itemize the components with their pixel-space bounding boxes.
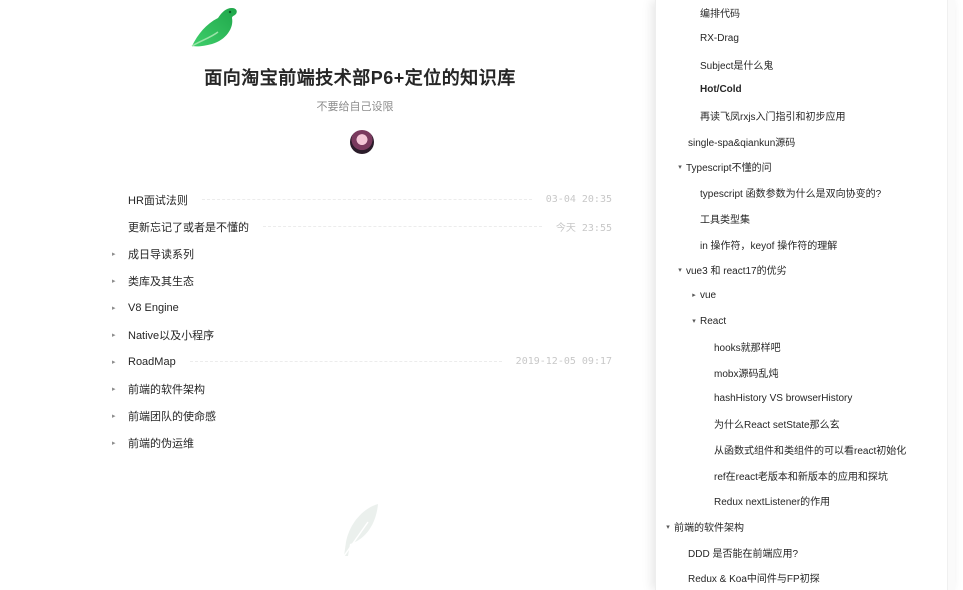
toc-item[interactable]: 更新忘记了或者是不懂的 今天 23:55 (112, 213, 612, 240)
catalog-item[interactable]: hooks就那样吧 (656, 334, 955, 360)
catalog-item-label: hashHistory VS browserHistory (714, 392, 853, 404)
catalog-item[interactable]: RX-Drag (656, 26, 955, 52)
catalog-item[interactable]: 编排代码 (656, 0, 955, 26)
catalog-item[interactable]: Hot/Cold (656, 77, 955, 103)
catalog-item[interactable]: 工具类型集 (656, 206, 955, 232)
expand-arrow-icon[interactable]: ▸ (112, 439, 128, 447)
toc-item-date: 2019-12-05 09:17 (515, 356, 612, 367)
catalog-item-label: 编排代码 (700, 9, 740, 21)
leader-dots (263, 226, 542, 227)
caret-down-icon[interactable]: ▾ (662, 523, 674, 531)
catalog-panel: 编排代码 RX-Drag Subject是什么鬼 Hot/Cold 再读飞凤rxjs入门… (655, 0, 955, 590)
catalog-item-label: 前端的软件架构 (674, 523, 744, 535)
catalog-item[interactable]: hashHistory VS browserHistory (656, 385, 955, 411)
toc-item-label: 成日导读系列 (128, 248, 194, 261)
expand-arrow-icon[interactable]: ▸ (112, 277, 128, 285)
catalog-item[interactable]: in 操作符，keyof 操作符的理解 (656, 231, 955, 257)
green-bird-logo-icon (191, 8, 237, 47)
page-subtitle: 不要给自己设限 (316, 101, 394, 113)
catalog-item-label: 为什么React setState那么玄 (714, 420, 840, 432)
feather-watermark-icon (343, 504, 378, 557)
catalog-item[interactable]: Redux nextListener的作用 (656, 488, 955, 514)
catalog-item-label: vue (700, 289, 717, 301)
catalog-item-label: Subject是什么鬼 (700, 60, 774, 72)
expand-arrow-icon[interactable]: ▸ (112, 250, 128, 258)
catalog-item-label: 再读飞凤rxjs入门指引和初步应用 (700, 112, 846, 124)
caret-right-icon[interactable]: ▸ (688, 291, 700, 299)
leader-dots (189, 361, 502, 362)
catalog-item-label: Redux & Koa中间件与FP初探 (688, 574, 820, 586)
toc-item[interactable]: ▸ 前端的伪运维 (112, 429, 612, 456)
caret-down-icon[interactable]: ▾ (674, 163, 686, 171)
catalog-item[interactable]: ▾ React (656, 308, 955, 334)
toc-item-label: 前端团队的使命感 (128, 410, 216, 423)
catalog-item[interactable]: Subject是什么鬼 (656, 51, 955, 77)
toc-item-date: 今天 23:55 (555, 223, 612, 234)
catalog-item[interactable]: single-spa&qiankun源码 (656, 128, 955, 154)
toc-item-label: V8 Engine (128, 301, 179, 314)
toc-item-date: 03-04 20:35 (545, 194, 612, 205)
catalog-item[interactable]: 从函数式组件和类组件的可以看react初始化 (656, 437, 955, 463)
catalog-item[interactable]: ▾ 前端的软件架构 (656, 514, 955, 540)
catalog-item-label: 从函数式组件和类组件的可以看react初始化 (714, 446, 907, 458)
toc-item-label: 更新忘记了或者是不懂的 (128, 221, 249, 234)
catalog-item-label: hooks就那样吧 (714, 343, 781, 355)
catalog-item[interactable]: 为什么React setState那么玄 (656, 411, 955, 437)
catalog-item[interactable]: ref在react老版本和新版本的应用和探坑 (656, 462, 955, 488)
toc-item-label: Native以及小程序 (128, 329, 215, 342)
toc-item-label: 前端的伪运维 (128, 437, 194, 450)
expand-arrow-icon[interactable]: ▸ (112, 385, 128, 393)
expand-arrow-icon[interactable]: ▸ (112, 331, 128, 339)
toc-item[interactable]: ▸ 类库及其生态 (112, 267, 612, 294)
catalog-item-label: RX-Drag (700, 33, 739, 45)
expand-arrow-icon[interactable]: ▸ (112, 304, 128, 312)
expand-arrow-icon[interactable]: ▸ (112, 412, 128, 420)
expand-arrow-icon[interactable]: ▸ (112, 358, 128, 366)
toc-item[interactable]: ▸ 成日导读系列 (112, 240, 612, 267)
knowledge-base-page: 面向淘宝前端技术部P6+定位的知识库 不要给自己设限 HR面试法则 03-04 2… (0, 0, 655, 590)
panel-scrollbar[interactable] (947, 0, 955, 590)
catalog-item-label: DDD 是否能在前端应用? (688, 548, 799, 560)
table-of-contents: HR面试法则 03-04 20:35 更新忘记了或者是不懂的 今天 23:55 ▸ 成日导… (112, 186, 612, 456)
catalog-item-label: vue3 和 react17的优劣 (686, 266, 787, 278)
caret-down-icon[interactable]: ▾ (674, 266, 686, 274)
catalog-item[interactable]: Redux & Koa中间件与FP初探 (656, 565, 955, 590)
leader-dots (201, 199, 532, 200)
catalog-item[interactable]: DDD 是否能在前端应用? (656, 539, 955, 565)
catalog-item[interactable]: 再读飞凤rxjs入门指引和初步应用 (656, 103, 955, 129)
catalog-item-label: typescript 函数参数为什么是双向协变的? (700, 189, 882, 201)
avatar[interactable] (350, 130, 374, 154)
toc-item-label: 前端的软件架构 (128, 383, 205, 396)
catalog-item-label: ref在react老版本和新版本的应用和探坑 (714, 471, 888, 483)
toc-item-label: RoadMap (128, 355, 176, 368)
caret-down-icon[interactable]: ▾ (688, 317, 700, 325)
toc-item-label: HR面试法则 (128, 194, 188, 207)
catalog-item-label: in 操作符，keyof 操作符的理解 (700, 240, 838, 252)
catalog-item[interactable]: ▾ Typescript不懂的问 (656, 154, 955, 180)
catalog-item[interactable]: typescript 函数参数为什么是双向协变的? (656, 180, 955, 206)
catalog-item-label: single-spa&qiankun源码 (688, 137, 796, 149)
toc-item[interactable]: ▸ 前端的软件架构 (112, 375, 612, 402)
catalog-item[interactable]: ▾ vue3 和 react17的优劣 (656, 257, 955, 283)
toc-item[interactable]: ▸ V8 Engine (112, 294, 612, 321)
page-title: 面向淘宝前端技术部P6+定位的知识库 (204, 68, 516, 88)
toc-item[interactable]: ▸ RoadMap 2019-12-05 09:17 (112, 348, 612, 375)
catalog-item-label: 工具类型集 (700, 214, 750, 226)
catalog-item[interactable]: mobx源码乱炖 (656, 360, 955, 386)
toc-item[interactable]: ▸ Native以及小程序 (112, 321, 612, 348)
catalog-item-label: React (700, 315, 727, 327)
toc-item[interactable]: ▸ 前端团队的使命感 (112, 402, 612, 429)
toc-item-label: 类库及其生态 (128, 275, 194, 288)
catalog-item-label: Hot/Cold (700, 84, 742, 96)
catalog-item[interactable]: ▸ vue (656, 283, 955, 309)
catalog-item-label: Typescript不懂的问 (686, 163, 772, 175)
catalog-item-label: mobx源码乱炖 (714, 368, 779, 380)
toc-item[interactable]: HR面试法则 03-04 20:35 (112, 186, 612, 213)
catalog-item-label: Redux nextListener的作用 (714, 497, 831, 509)
